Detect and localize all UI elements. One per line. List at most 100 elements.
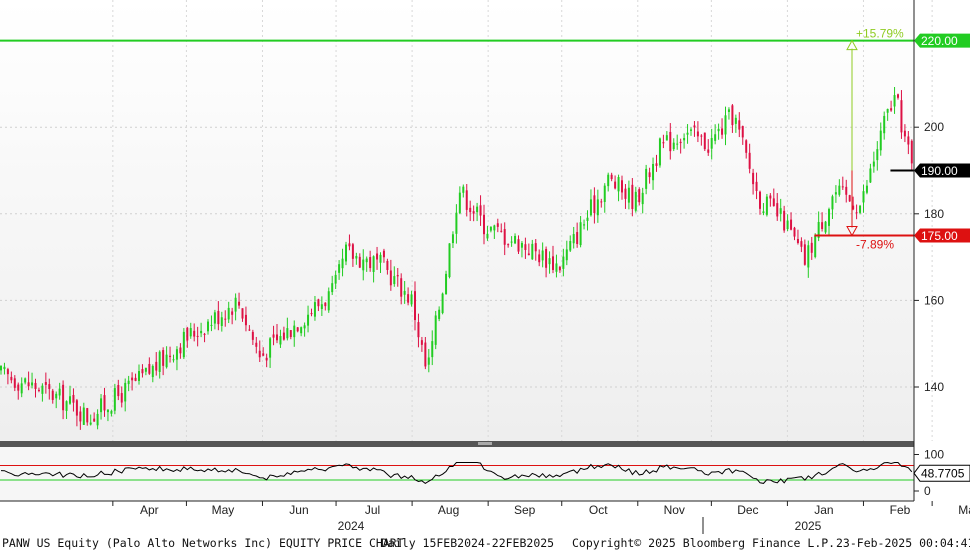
candle-body (489, 226, 492, 231)
candle-body (127, 380, 130, 385)
candle-body (358, 256, 361, 268)
candle-body (255, 342, 258, 347)
candle-body (469, 207, 472, 213)
chart-root: 220.00 190.00 175.00 +15.79% -7.89% 140 160 1… (0, 0, 970, 552)
candle-body (565, 249, 568, 261)
candle-body (855, 212, 858, 214)
candle-body (658, 138, 661, 166)
x-tick-label: Oct (589, 503, 608, 517)
candle-body (638, 189, 641, 203)
candle-body (44, 382, 47, 385)
candle-body (596, 199, 599, 216)
candle-body (690, 129, 692, 131)
candle-body (769, 195, 772, 199)
candle-body (731, 105, 734, 126)
candle-body (0, 365, 2, 371)
candle-body (527, 253, 530, 256)
candle-body (841, 186, 844, 188)
candle-body (634, 191, 637, 211)
candle-body (534, 243, 537, 252)
candle-body (510, 241, 513, 243)
y-tick-label: 200 (924, 120, 944, 134)
candle-body (334, 274, 337, 284)
candle-body (158, 351, 161, 372)
candle-body (355, 255, 358, 259)
candle-body (538, 254, 541, 263)
candle-body (907, 136, 910, 145)
candle-body (217, 310, 220, 325)
candle-body (448, 243, 451, 278)
chart-period: Daily 15FEB2024-22FEB2025 (381, 536, 555, 550)
candle-body (24, 378, 27, 383)
x-tick-label: Apr (140, 503, 159, 517)
candle-body (672, 142, 675, 150)
y-tick-label: 180 (924, 207, 944, 221)
x-tick-label: Jun (289, 503, 308, 517)
candle-body (710, 137, 713, 149)
candle-body (362, 259, 365, 271)
candle-body (293, 325, 296, 338)
candle-body (876, 149, 879, 161)
candle-body (555, 263, 558, 272)
candle-body (759, 191, 761, 209)
candle-body (210, 324, 213, 326)
candle-body (569, 241, 572, 251)
candle-body (48, 384, 51, 390)
candle-body (382, 250, 385, 258)
candle-body (593, 195, 596, 213)
candle-body (762, 211, 765, 214)
candle-body (686, 132, 689, 135)
candle-body (603, 185, 606, 202)
candle-body (848, 195, 851, 202)
candle-body (441, 293, 444, 314)
candle-body (248, 329, 251, 331)
candle-body (251, 331, 254, 340)
candle-body (193, 330, 196, 337)
candle-body (282, 332, 285, 340)
candle-body (903, 130, 906, 137)
candle-body (883, 115, 886, 134)
candle-body (721, 128, 724, 135)
candle-body (182, 331, 185, 358)
candle-body (845, 186, 848, 195)
candle-body (834, 192, 837, 195)
candle-body (175, 349, 178, 360)
candle-body (89, 422, 92, 425)
candle-body (700, 135, 703, 137)
candle-body (869, 168, 872, 183)
rsi-tick-label: 100 (924, 448, 944, 462)
candle-body (117, 385, 120, 397)
candle-body (169, 355, 172, 357)
candle-body (707, 149, 710, 153)
x-tick-label: Jan (814, 503, 833, 517)
candle-body (790, 219, 793, 230)
candle-body (486, 233, 489, 239)
candle-body (420, 340, 423, 345)
candle-body (624, 188, 627, 199)
candle-body (348, 243, 351, 247)
panel-divider-handle[interactable] (478, 442, 492, 445)
candle-body (531, 243, 534, 260)
candle-body (227, 307, 230, 320)
candle-body (376, 253, 379, 260)
candle-body (10, 376, 13, 381)
candle-body (679, 141, 682, 144)
candle-body (100, 398, 103, 413)
candle-body (648, 172, 651, 178)
candle-body (113, 388, 116, 411)
candle-body (231, 311, 234, 315)
candle-body (517, 239, 520, 252)
candle-body (589, 199, 592, 216)
candle-body (427, 357, 430, 365)
x-tick-label: Aug (438, 503, 459, 517)
panel-divider[interactable] (0, 441, 914, 447)
candle-body (703, 132, 706, 150)
candle-body (369, 257, 372, 269)
candle-body (303, 325, 306, 329)
candle-body (179, 347, 182, 354)
candle-body (810, 242, 813, 253)
candle-body (872, 161, 875, 167)
candle-body (541, 250, 544, 261)
candle-body (727, 109, 730, 112)
candle-body (897, 94, 899, 98)
